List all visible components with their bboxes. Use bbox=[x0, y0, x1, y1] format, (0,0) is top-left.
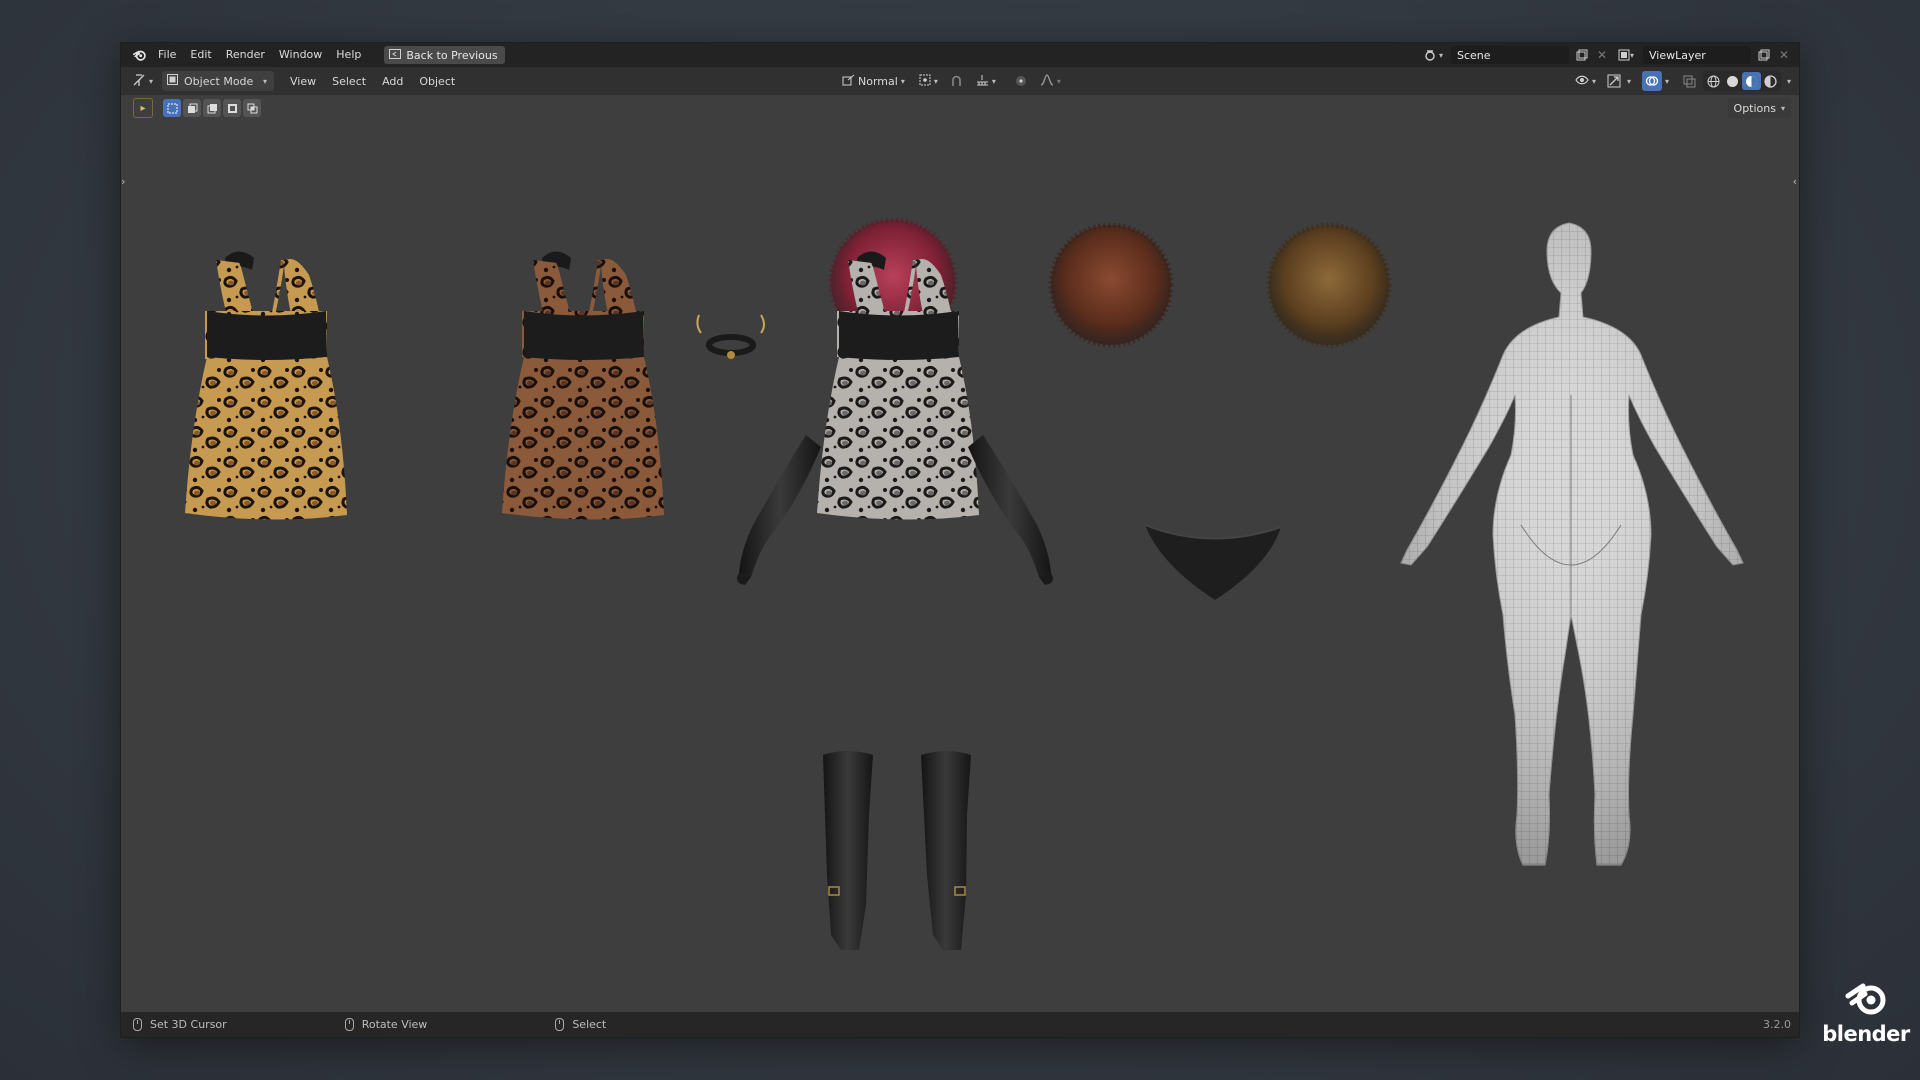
overlays-toggle-icon[interactable] bbox=[1641, 71, 1662, 91]
back-to-previous-label: Back to Previous bbox=[406, 48, 498, 62]
menu-edit[interactable]: Edit bbox=[183, 43, 218, 67]
header-menu-object[interactable]: Object bbox=[411, 75, 463, 88]
blender-window: File Edit Render Window Help Back to Pre… bbox=[120, 42, 1800, 1038]
middle-mouse-icon bbox=[344, 1018, 354, 1031]
version-label: 3.2.0 bbox=[1763, 1018, 1791, 1031]
snap-toggle-icon[interactable] bbox=[947, 71, 967, 91]
overlays-dropdown-caret[interactable]: ▾ bbox=[1665, 77, 1669, 86]
status-set-3d-cursor-label: Set 3D Cursor bbox=[150, 1018, 227, 1031]
new-view-layer-icon[interactable] bbox=[1755, 46, 1773, 64]
object-visibility-dropdown[interactable]: ▾ bbox=[1570, 71, 1601, 91]
header-menu-add[interactable]: Add bbox=[374, 75, 411, 88]
sidebar-expand-icon[interactable]: ‹ bbox=[1793, 175, 1797, 188]
select-invert-icon[interactable] bbox=[223, 99, 241, 117]
toolbar-expand-icon[interactable]: › bbox=[121, 175, 125, 188]
material-preview-shading-icon[interactable] bbox=[1741, 72, 1761, 90]
transform-orientation-dropdown[interactable]: Normal ▾ bbox=[837, 71, 910, 91]
snap-increment-icon bbox=[976, 74, 989, 89]
scene-name-field[interactable]: Scene bbox=[1451, 46, 1569, 64]
select-new-icon[interactable] bbox=[163, 99, 181, 117]
panties[interactable] bbox=[1144, 524, 1282, 600]
hair-brown-afro[interactable] bbox=[1266, 222, 1392, 348]
object-mode-icon bbox=[167, 74, 179, 88]
status-bar: Set 3D Cursor Rotate View Select 3.2.0 bbox=[121, 1012, 1799, 1037]
status-rotate-view-label: Rotate View bbox=[361, 1018, 428, 1031]
rendered-shading-icon[interactable] bbox=[1761, 72, 1780, 90]
selection-mode-group bbox=[163, 99, 261, 117]
editor-type-dropdown[interactable]: ▾ bbox=[127, 71, 158, 91]
options-dropdown[interactable]: Options ▾ bbox=[1727, 98, 1791, 118]
falloff-dropdown[interactable]: ▾ bbox=[1035, 71, 1066, 91]
view-layer-name-field[interactable]: ViewLayer bbox=[1643, 46, 1751, 64]
leopard-dress-gold[interactable] bbox=[185, 251, 347, 520]
object-mode-dropdown[interactable]: Object Mode ▾ bbox=[162, 71, 275, 91]
select-extend-icon[interactable] bbox=[183, 99, 201, 117]
leopard-dress-brown[interactable] bbox=[502, 251, 664, 520]
xray-toggle-icon[interactable] bbox=[1680, 71, 1700, 91]
blender-watermark-logo-icon bbox=[1845, 980, 1887, 1020]
header-menu-select[interactable]: Select bbox=[324, 75, 374, 88]
tool-settings-row: ▸ Options ▾ bbox=[121, 95, 1799, 121]
status-select: Select bbox=[555, 1018, 606, 1031]
choker-necklace[interactable] bbox=[696, 314, 765, 359]
screen-back-icon bbox=[389, 48, 402, 62]
blender-watermark: blender bbox=[1822, 980, 1910, 1050]
gizmo-toggle-icon[interactable] bbox=[1604, 71, 1624, 91]
boots[interactable] bbox=[823, 751, 971, 950]
base-body-mesh[interactable] bbox=[1400, 222, 1744, 866]
blender-watermark-text: blender bbox=[1822, 1022, 1910, 1046]
pivot-point-dropdown[interactable]: ▾ bbox=[914, 71, 943, 91]
shading-dropdown-caret[interactable]: ▾ bbox=[1787, 77, 1791, 86]
select-subtract-icon[interactable] bbox=[203, 99, 221, 117]
scene-selector-icon[interactable]: ▾ bbox=[1421, 46, 1447, 64]
view-layer-selector-icon[interactable]: ▾ bbox=[1613, 46, 1639, 64]
menu-render[interactable]: Render bbox=[219, 43, 272, 67]
eye-icon bbox=[1575, 75, 1589, 88]
falloff-curve-icon bbox=[1040, 73, 1054, 89]
top-bar: File Edit Render Window Help Back to Pre… bbox=[121, 43, 1799, 67]
scene-render bbox=[185, 217, 1744, 950]
viewport-header: ▾ Object Mode ▾ View Select Add Object N… bbox=[121, 67, 1799, 95]
back-to-previous-button[interactable]: Back to Previous bbox=[384, 46, 505, 64]
blender-logo-icon[interactable] bbox=[129, 44, 151, 66]
proportional-editing-icon[interactable] bbox=[1011, 71, 1031, 91]
select-intersect-icon[interactable] bbox=[243, 99, 261, 117]
menu-help[interactable]: Help bbox=[329, 43, 368, 67]
solid-shading-icon[interactable] bbox=[1723, 72, 1742, 90]
pivot-icon bbox=[919, 74, 931, 89]
right-mouse-icon bbox=[555, 1018, 565, 1031]
new-scene-icon[interactable] bbox=[1573, 46, 1591, 64]
transform-orientation-label: Normal bbox=[858, 74, 898, 88]
snap-target-dropdown[interactable]: ▾ bbox=[971, 71, 1001, 91]
menu-window[interactable]: Window bbox=[272, 43, 329, 67]
left-mouse-icon bbox=[133, 1018, 142, 1031]
select-tool-icon[interactable]: ▸ bbox=[133, 98, 153, 118]
delete-scene-icon[interactable]: ✕ bbox=[1595, 48, 1609, 62]
3d-viewport-icon bbox=[132, 73, 146, 90]
delete-view-layer-icon[interactable]: ✕ bbox=[1777, 48, 1791, 62]
status-select-label: Select bbox=[572, 1018, 607, 1031]
object-mode-label: Object Mode bbox=[184, 74, 254, 88]
orientation-icon bbox=[842, 74, 855, 89]
right-long-glove[interactable] bbox=[968, 435, 1053, 585]
gizmo-dropdown-caret[interactable]: ▾ bbox=[1627, 77, 1631, 86]
wireframe-shading-icon[interactable] bbox=[1704, 72, 1723, 90]
status-set-3d-cursor: Set 3D Cursor bbox=[133, 1018, 227, 1031]
menu-file[interactable]: File bbox=[151, 43, 183, 67]
header-menu-view[interactable]: View bbox=[282, 75, 324, 88]
viewport-shading-group bbox=[1702, 71, 1781, 91]
left-long-glove[interactable] bbox=[737, 435, 821, 585]
hair-auburn-afro[interactable] bbox=[1048, 222, 1174, 348]
options-label: Options bbox=[1733, 101, 1776, 115]
status-rotate-view: Rotate View bbox=[344, 1018, 428, 1031]
3d-viewport[interactable]: › ‹ bbox=[121, 95, 1799, 1014]
